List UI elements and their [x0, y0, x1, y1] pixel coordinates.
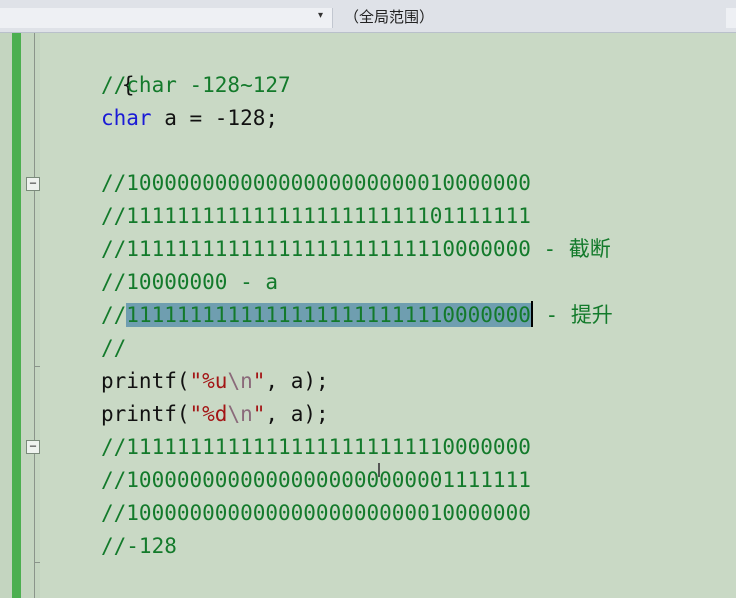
code-line: //10000000 - a	[46, 266, 278, 299]
code-line: //11111111111111111111111110000000 - 截断	[46, 233, 611, 266]
code-line: //10000000000000000000000010000000	[46, 167, 531, 200]
keyword-char: char	[101, 106, 152, 130]
function-call: printf(	[101, 369, 190, 393]
comment: //char -128~127	[101, 73, 291, 97]
code-line: char a = -128;	[46, 102, 278, 135]
outline-end-tick	[34, 366, 40, 367]
outline-end-tick	[34, 562, 40, 563]
comment: //-128	[101, 534, 177, 558]
ibeam-cursor-icon	[378, 463, 380, 477]
member-scope-dropdown[interactable]: （全局范围）	[344, 6, 434, 27]
comment-chinese: 提升	[570, 303, 613, 327]
code-line: {	[46, 36, 135, 97]
string-literal: "%u	[189, 369, 228, 393]
comment: //10000000000000000000000010000000	[101, 501, 531, 525]
code-line: //11111111111111111111111110000000	[46, 431, 531, 464]
function-call: printf(	[101, 402, 190, 426]
code-line: //10000000000000000000000001111111	[46, 464, 531, 497]
navbar-edge	[726, 8, 736, 28]
comment: -	[532, 303, 571, 327]
comment: //10000000000000000000000001111111	[101, 468, 531, 492]
comment: //11111111111111111111111110000000	[101, 435, 531, 459]
code-line: //11111111111111111111111110000000 - 提升	[46, 299, 613, 332]
chevron-down-icon[interactable]: ▾	[318, 10, 323, 21]
code-editor-window: ▾ （全局范围） − − { //char -128~127 char a = …	[0, 0, 736, 598]
code-line: //-128	[46, 530, 177, 563]
code-line: //11111111111111111111111101111111	[46, 200, 531, 233]
code-line: printf("%u\n", a);	[46, 365, 329, 398]
comment: //	[101, 336, 127, 360]
change-tracking-bar	[12, 33, 21, 598]
comment-chinese: 截断	[568, 237, 611, 261]
code-line: //char -128~127	[46, 69, 291, 102]
comment: //10000000 - a	[101, 270, 279, 294]
escape-sequence: \n	[227, 402, 253, 426]
string-literal: "	[252, 369, 266, 393]
selected-text[interactable]: 11111111111111111111111110000000	[126, 303, 531, 327]
scope-dropdown[interactable]	[0, 8, 333, 28]
arguments: , a);	[265, 369, 329, 393]
outline-guide	[34, 33, 35, 598]
collapse-icon[interactable]: −	[26, 177, 40, 191]
arguments: , a);	[265, 402, 329, 426]
string-literal: "%d	[189, 402, 228, 426]
escape-sequence: \n	[227, 369, 253, 393]
code-line: //	[46, 332, 126, 365]
declaration: a = -128;	[151, 106, 279, 130]
comment: //10000000000000000000000010000000	[101, 171, 531, 195]
comment: //11111111111111111111111101111111	[101, 204, 531, 228]
string-literal: "	[252, 402, 266, 426]
comment: //11111111111111111111111110000000 -	[101, 237, 569, 261]
collapse-icon[interactable]: −	[26, 440, 40, 454]
comment: //	[101, 303, 127, 327]
code-line: //10000000000000000000000010000000	[46, 497, 531, 530]
code-line: printf("%d\n", a);	[46, 398, 329, 431]
navigation-bar: ▾ （全局范围）	[0, 0, 736, 33]
